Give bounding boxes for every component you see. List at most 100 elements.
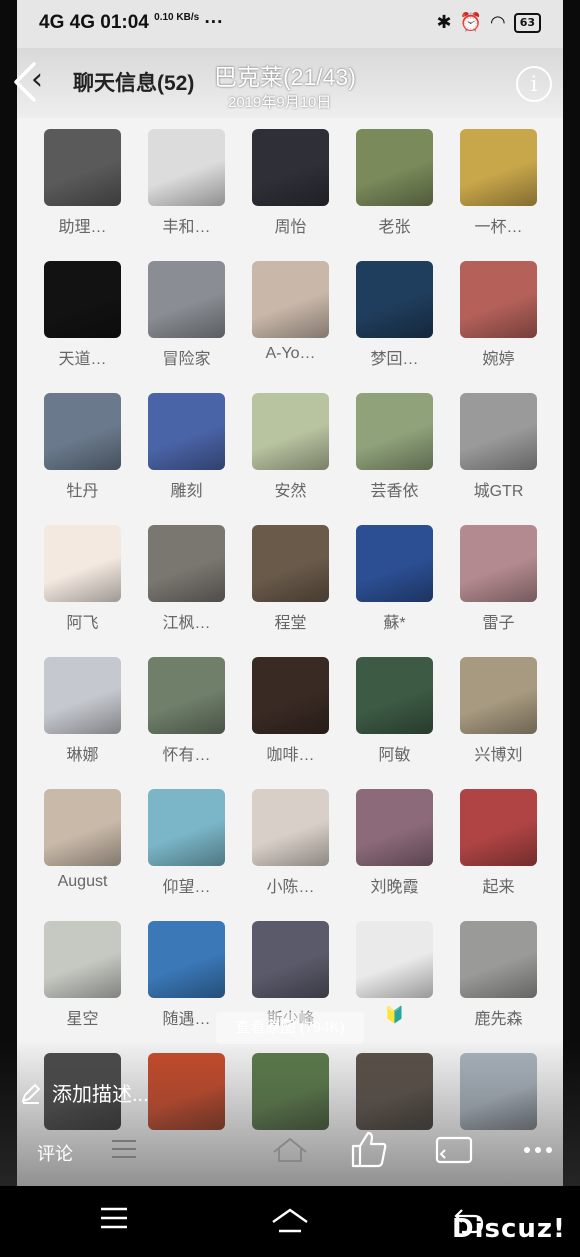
member-name: 天道…	[58, 351, 107, 368]
avatar	[356, 789, 433, 866]
member-item[interactable]: 冒险家	[130, 257, 234, 389]
nav-menu-icon[interactable]	[100, 1206, 128, 1230]
member-item[interactable]: 安然	[234, 389, 338, 521]
member-name: 怀有…	[162, 747, 211, 764]
member-item[interactable]: 老张	[338, 125, 442, 257]
member-item[interactable]: 怀有…	[130, 653, 234, 785]
member-item[interactable]: 鹿先森	[442, 917, 546, 1049]
member-item[interactable]: 仰望…	[130, 785, 234, 917]
viewer-date: 2019年9月10日	[228, 94, 332, 111]
member-item[interactable]: 雷子	[442, 521, 546, 653]
status-bar: 4G 4G 01:04 0.10 KB/s ··· ✱ ⏰ ◠ 63	[17, 0, 563, 48]
member-item[interactable]: 琳娜	[26, 653, 130, 785]
nav-home-icon[interactable]	[271, 1208, 309, 1234]
member-item[interactable]: 刘晚霞	[338, 785, 442, 917]
member-item[interactable]: 阿敏	[338, 653, 442, 785]
member-item[interactable]: 程堂	[234, 521, 338, 653]
member-name: 阿敏	[378, 747, 411, 764]
avatar	[44, 129, 121, 206]
avatar	[148, 789, 225, 866]
avatar	[252, 261, 329, 338]
thumbs-up-icon[interactable]	[350, 1130, 388, 1168]
battery-icon: 63	[513, 12, 541, 33]
member-item[interactable]: 周怡	[234, 125, 338, 257]
member-item[interactable]: 牡丹	[26, 389, 130, 521]
status-left: 4G 4G 01:04 0.10 KB/s ···	[39, 12, 223, 34]
home-outline-icon	[273, 1137, 307, 1162]
member-name: 起来	[482, 879, 515, 896]
member-name: 安然	[274, 483, 307, 500]
member-item[interactable]: 小陈…	[234, 785, 338, 917]
screenshot-image: 4G 4G 01:04 0.10 KB/s ··· ✱ ⏰ ◠ 63 ‹ 聊天信…	[17, 0, 563, 1186]
member-item[interactable]: 婉婷	[442, 257, 546, 389]
avatar	[148, 921, 225, 998]
page-title: 聊天信息(52)	[73, 72, 195, 95]
member-name: 蘇*	[383, 615, 406, 632]
member-item[interactable]: 天道…	[26, 257, 130, 389]
avatar	[356, 129, 433, 206]
member-name: 雕刻	[170, 483, 203, 500]
status-time: 01:04	[100, 12, 149, 33]
avatar	[148, 657, 225, 734]
back-arrow-icon[interactable]	[10, 60, 40, 104]
avatar	[44, 393, 121, 470]
member-item[interactable]: 阿飞	[26, 521, 130, 653]
watermark-logo: Discuz!	[452, 1214, 566, 1244]
avatar	[44, 261, 121, 338]
avatar	[460, 129, 537, 206]
member-name: 周怡	[274, 219, 307, 236]
member-item[interactable]: 助理…	[26, 125, 130, 257]
avatar	[252, 657, 329, 734]
member-name: 雷子	[482, 615, 515, 632]
member-name: 小陈…	[266, 879, 315, 896]
member-name: August	[57, 873, 108, 890]
member-name: 一杯…	[474, 219, 523, 236]
info-icon[interactable]: i	[516, 66, 552, 102]
member-item[interactable]: 江枫…	[130, 521, 234, 653]
member-name: 刘晚霞	[370, 879, 419, 896]
member-name: 助理…	[58, 219, 107, 236]
viewer-title: 巴克莱(21/43)	[214, 64, 356, 90]
member-item[interactable]: 城GTR	[442, 389, 546, 521]
member-item[interactable]: 星空	[26, 917, 130, 1049]
avatar	[148, 525, 225, 602]
member-name: 咖啡…	[266, 747, 315, 764]
member-item[interactable]: 丰和…	[130, 125, 234, 257]
wifi-icon: ◠	[489, 12, 506, 33]
member-item[interactable]: August	[26, 785, 130, 917]
add-description-button[interactable]: 添加描述...	[20, 1078, 149, 1107]
more-options-icon[interactable]	[523, 1146, 553, 1154]
avatar	[460, 261, 537, 338]
member-name: 芸香依	[370, 483, 419, 500]
avatar	[460, 657, 537, 734]
member-item[interactable]: 雕刻	[130, 389, 234, 521]
avatar	[356, 525, 433, 602]
member-name: 冒险家	[162, 351, 211, 368]
member-name: 老张	[378, 219, 411, 236]
avatar	[356, 657, 433, 734]
avatar	[148, 393, 225, 470]
alarm-icon: ⏰	[459, 12, 482, 33]
avatar	[356, 921, 433, 998]
member-item[interactable]: 蘇*	[338, 521, 442, 653]
member-item[interactable]: 兴博刘	[442, 653, 546, 785]
avatar	[252, 525, 329, 602]
member-item[interactable]: 梦回…	[338, 257, 442, 389]
comment-button[interactable]: 评论	[37, 1140, 73, 1166]
avatar	[252, 393, 329, 470]
avatar	[356, 261, 433, 338]
member-item[interactable]: 芸香依	[338, 389, 442, 521]
member-name: 阿飞	[66, 615, 99, 632]
member-item[interactable]: 咖啡…	[234, 653, 338, 785]
avatar	[460, 921, 537, 998]
member-item[interactable]: 起来	[442, 785, 546, 917]
member-name: 鹿先森	[474, 1011, 523, 1028]
member-name: 城GTR	[473, 483, 524, 500]
member-name: 江枫…	[162, 615, 211, 632]
share-icon[interactable]	[435, 1134, 473, 1168]
member-item[interactable]: A-Yo…	[234, 257, 338, 389]
member-item[interactable]: 一杯…	[442, 125, 546, 257]
avatar	[252, 789, 329, 866]
avatar	[44, 789, 121, 866]
avatar	[252, 129, 329, 206]
